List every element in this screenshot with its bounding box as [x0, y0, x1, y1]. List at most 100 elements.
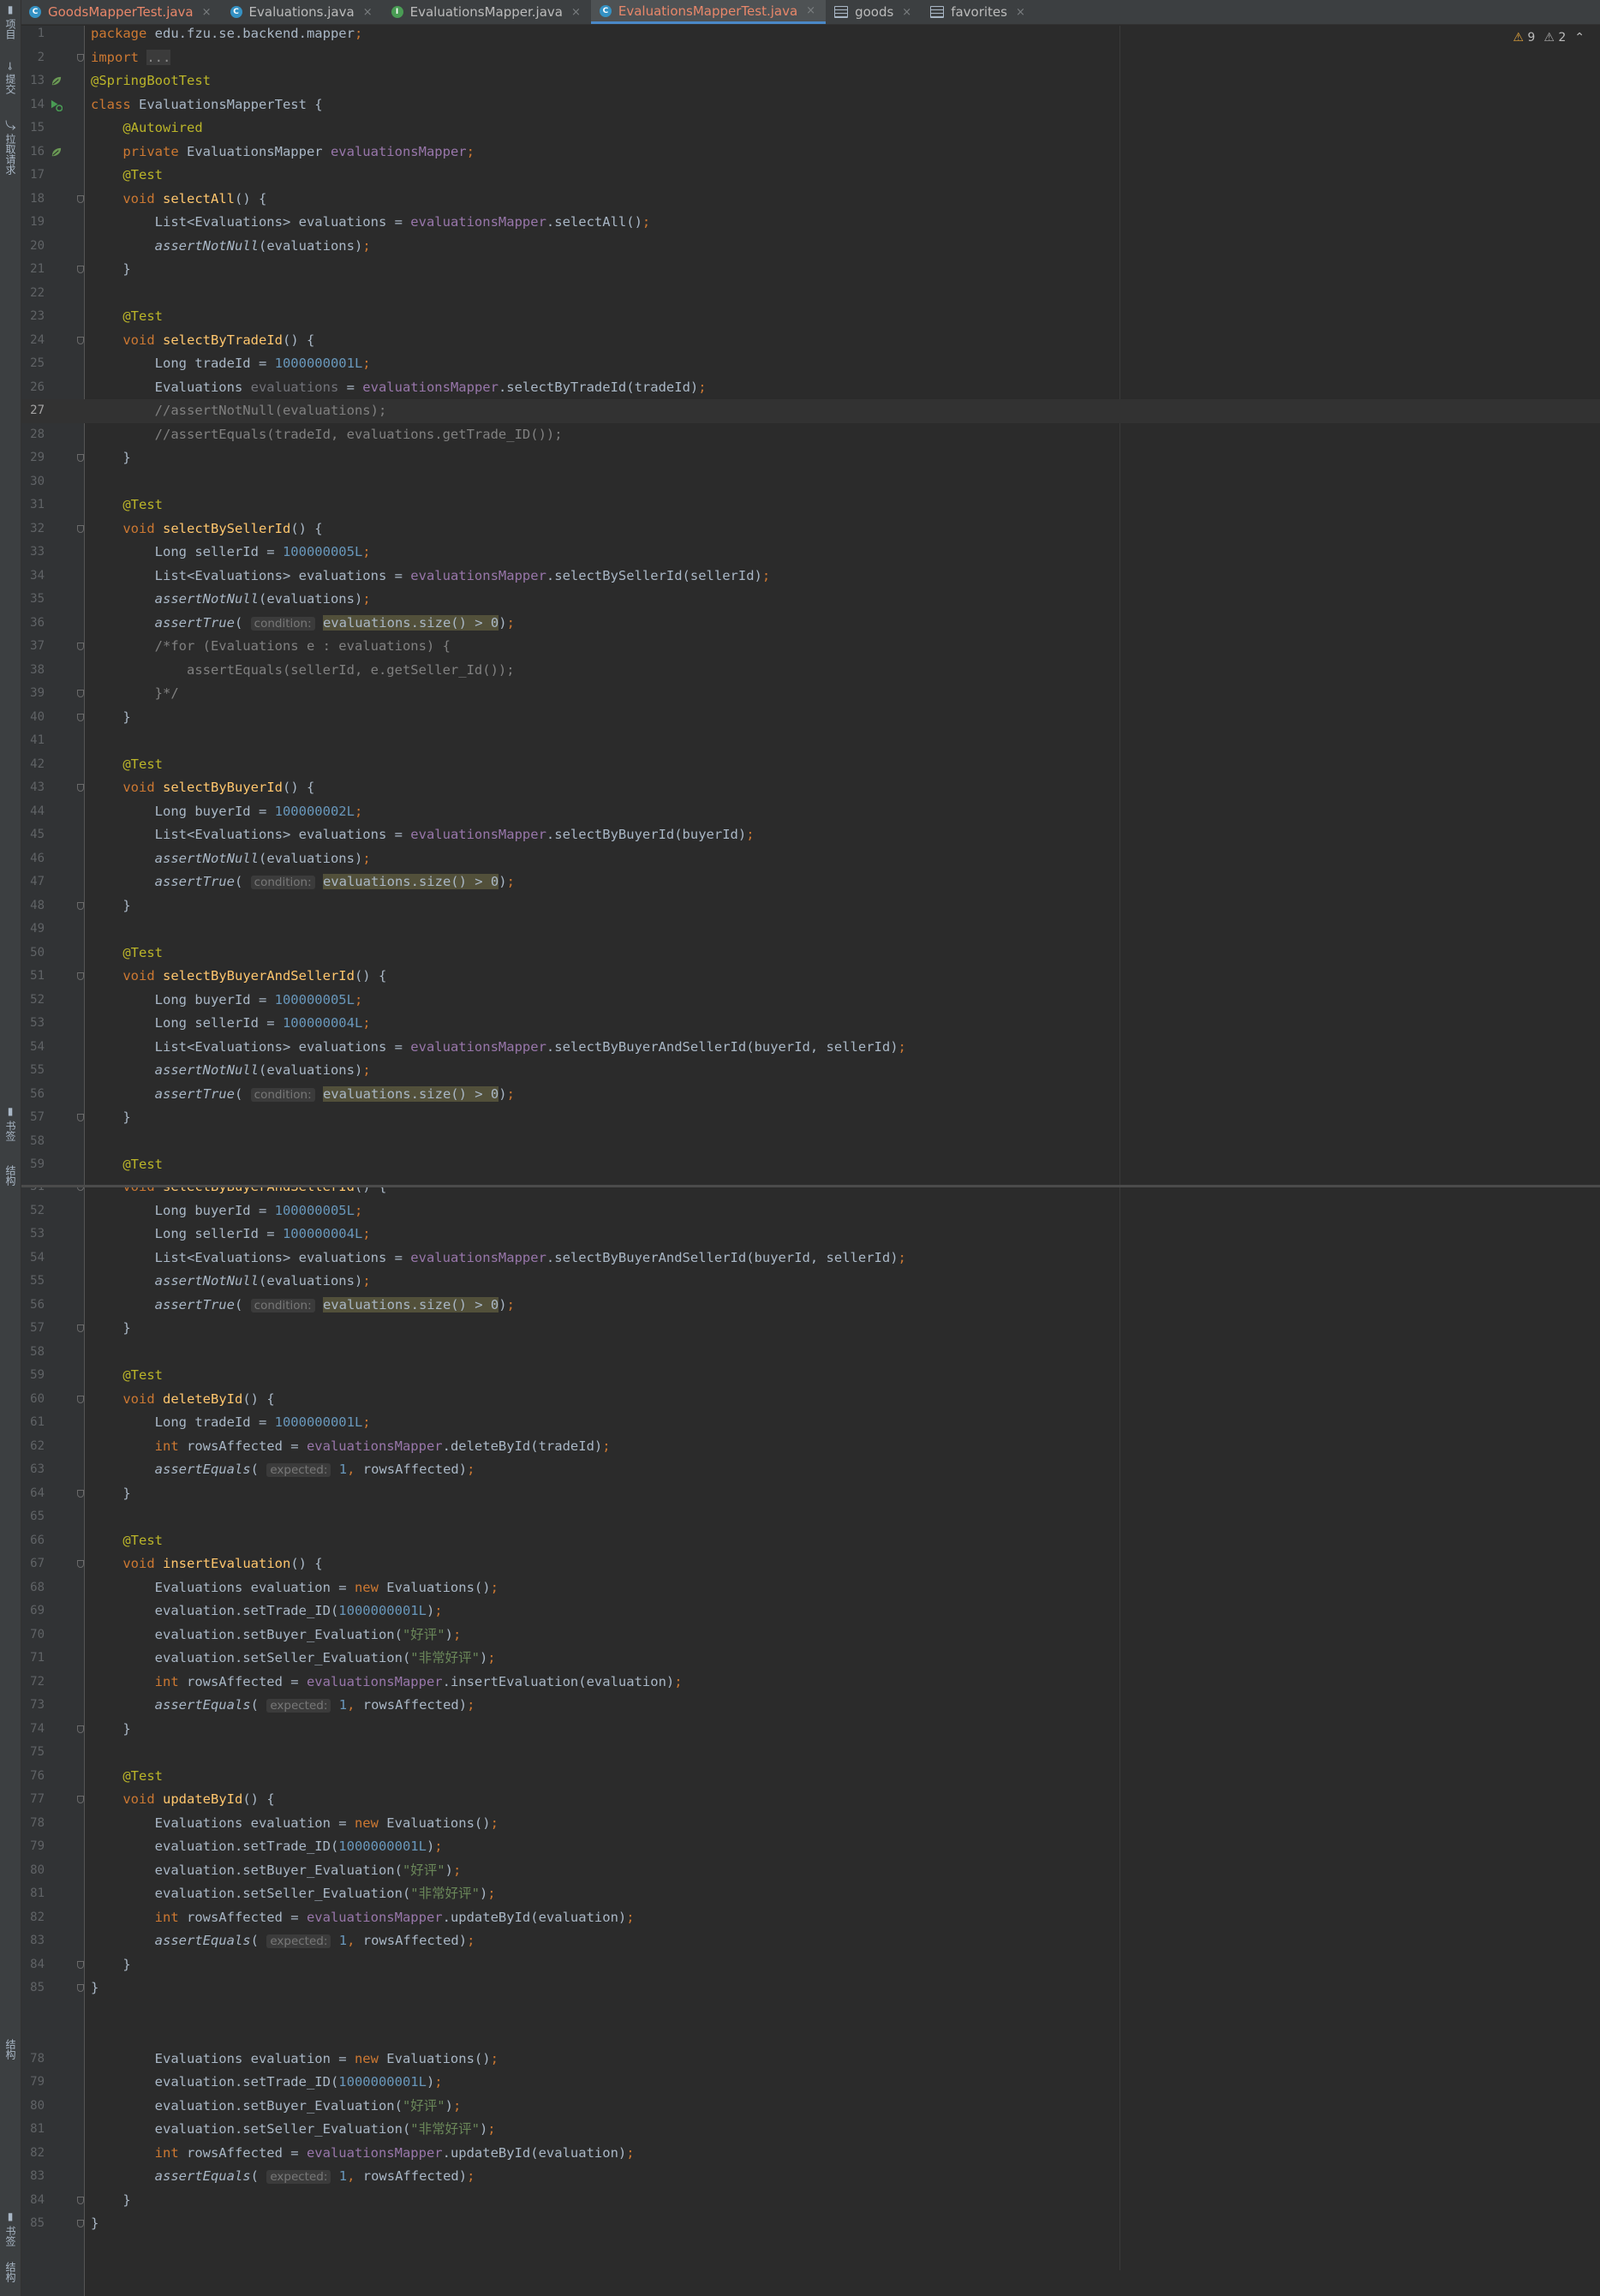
structure-tool-button-2[interactable]: 结构	[2, 2039, 19, 2060]
bookmarks-tool-button[interactable]: ▮ 书签	[2, 1105, 19, 1141]
code-line[interactable]: 53 Long sellerId = 100000004L;	[21, 1012, 1600, 1036]
code-line[interactable]: 83 assertEquals( expected: 1, rowsAffect…	[21, 1929, 1600, 1953]
code-line[interactable]: 51 void selectByBuyerAndSellerId() {	[21, 1187, 1600, 1199]
code-text[interactable]: assertNotNull(evaluations);	[91, 235, 371, 259]
code-line[interactable]: 57 }	[21, 1317, 1600, 1341]
code-line[interactable]: 73 assertEquals( expected: 1, rowsAffect…	[21, 1694, 1600, 1718]
code-text[interactable]: evaluation.setBuyer_Evaluation("好评");	[91, 1859, 462, 1883]
code-text[interactable]: evaluation.setTrade_ID(1000000001L);	[91, 2071, 443, 2095]
code-line[interactable]: 35 assertNotNull(evaluations);	[21, 588, 1600, 612]
code-text[interactable]: assertEquals(sellerId, e.getSeller_Id())…	[91, 659, 515, 683]
code-text[interactable]: assertTrue( condition: evaluations.size(…	[91, 1294, 515, 1318]
code-line[interactable]: 71 evaluation.setSeller_Evaluation("非常好评…	[21, 1647, 1600, 1671]
code-line[interactable]: 25 Long tradeId = 1000000001L;	[21, 352, 1600, 376]
code-text[interactable]: List<Evaluations> evaluations = evaluati…	[91, 1247, 906, 1271]
code-line[interactable]: 72 int rowsAffected = evaluationsMapper.…	[21, 1671, 1600, 1695]
code-text[interactable]: assertEquals( expected: 1, rowsAffected)…	[91, 1694, 475, 1719]
code-text[interactable]: void selectBySellerId() {	[91, 517, 322, 541]
code-text[interactable]: @Test	[91, 1529, 163, 1553]
code-text[interactable]: Long tradeId = 1000000001L;	[91, 1411, 371, 1435]
code-text[interactable]: @Test	[91, 942, 163, 966]
code-text[interactable]: Evaluations evaluations = evaluationsMap…	[91, 376, 707, 400]
code-line[interactable]: 34 List<Evaluations> evaluations = evalu…	[21, 565, 1600, 589]
code-text[interactable]: }	[91, 1317, 130, 1341]
commit-tool-button[interactable]: ⊸ 提交	[2, 62, 19, 94]
code-line[interactable]: 37 /*for (Evaluations e : evaluations) {	[21, 635, 1600, 659]
fold-marker-icon[interactable]	[77, 1725, 84, 1733]
code-text[interactable]: int rowsAffected = evaluationsMapper.ins…	[91, 1671, 683, 1695]
fold-marker-icon[interactable]	[77, 643, 84, 650]
code-line[interactable]: 77 void updateById() {	[21, 1788, 1600, 1812]
code-line[interactable]: 38 assertEquals(sellerId, e.getSeller_Id…	[21, 659, 1600, 683]
code-line[interactable]: 31 @Test	[21, 493, 1600, 517]
structure-tool-button[interactable]: 结构	[2, 1165, 19, 1186]
fold-marker-icon[interactable]	[77, 2196, 84, 2204]
close-tab-icon[interactable]: ×	[1016, 6, 1025, 19]
code-text[interactable]: evaluation.setTrade_ID(1000000001L);	[91, 1599, 443, 1623]
code-line[interactable]: 80 evaluation.setBuyer_Evaluation("好评");	[21, 2095, 1600, 2119]
code-line[interactable]: 48 }	[21, 894, 1600, 918]
code-line[interactable]: 47 assertTrue( condition: evaluations.si…	[21, 870, 1600, 894]
fold-marker-icon[interactable]	[77, 53, 84, 62]
code-line[interactable]: 49	[21, 918, 1600, 942]
code-line[interactable]: 74 }	[21, 1718, 1600, 1742]
code-line[interactable]: 39 }*/	[21, 682, 1600, 706]
code-text[interactable]: @Test	[91, 164, 163, 188]
code-line[interactable]: 16 private EvaluationsMapper evaluations…	[21, 141, 1600, 164]
code-text[interactable]: void deleteById() {	[91, 1388, 274, 1412]
code-line[interactable]: 45 List<Evaluations> evaluations = evalu…	[21, 823, 1600, 847]
fold-marker-icon[interactable]	[77, 194, 84, 203]
code-line[interactable]: 44 Long buyerId = 100000002L;	[21, 800, 1600, 824]
code-line[interactable]: 85}	[21, 2212, 1600, 2236]
code-text[interactable]: }	[91, 2212, 99, 2236]
code-line[interactable]: 81 evaluation.setSeller_Evaluation("非常好评…	[21, 1882, 1600, 1906]
code-line[interactable]: 78 Evaluations evaluation = new Evaluati…	[21, 1812, 1600, 1836]
code-line[interactable]: 52 Long buyerId = 100000005L;	[21, 989, 1600, 1013]
code-line[interactable]: 62 int rowsAffected = evaluationsMapper.…	[21, 1435, 1600, 1459]
project-tool-button[interactable]: ▮ 项目	[2, 3, 19, 39]
code-line[interactable]: 58	[21, 1341, 1600, 1365]
code-line[interactable]: 80 evaluation.setBuyer_Evaluation("好评");	[21, 1859, 1600, 1883]
code-line[interactable]: 1 package edu.fzu.se.backend.mapper;	[21, 26, 1600, 46]
code-text[interactable]: assertTrue( condition: evaluations.size(…	[91, 870, 515, 895]
fold-marker-icon[interactable]	[77, 266, 84, 273]
pull-requests-tool-button[interactable]: ⤴ 拉取请求	[2, 120, 19, 175]
code-text[interactable]: @Test	[91, 493, 163, 517]
code-text[interactable]: }	[91, 446, 130, 470]
warning-count[interactable]: ⚠ 9	[1513, 31, 1535, 45]
code-text[interactable]: Long sellerId = 100000005L;	[91, 541, 371, 565]
code-text[interactable]: package edu.fzu.se.backend.mapper;	[91, 26, 362, 46]
code-text[interactable]: @Autowired	[91, 117, 202, 141]
code-text[interactable]: Evaluations evaluation = new Evaluations…	[91, 1812, 499, 1836]
code-line[interactable]: 85}	[21, 1976, 1600, 2000]
code-text[interactable]: assertNotNull(evaluations);	[91, 588, 371, 612]
fold-marker-icon[interactable]	[77, 690, 84, 697]
code-line[interactable]: 83 assertEquals( expected: 1, rowsAffect…	[21, 2165, 1600, 2189]
code-line[interactable]: 46 assertNotNull(evaluations);	[21, 847, 1600, 871]
code-text[interactable]: List<Evaluations> evaluations = evaluati…	[91, 211, 651, 235]
code-text[interactable]: }	[91, 1718, 130, 1742]
code-line[interactable]: 28 //assertEquals(tradeId, evaluations.g…	[21, 423, 1600, 447]
fold-marker-icon[interactable]	[77, 784, 84, 792]
code-line[interactable]: 64 }	[21, 1482, 1600, 1506]
code-text[interactable]: void insertEvaluation() {	[91, 1552, 322, 1576]
code-text[interactable]: void selectByBuyerId() {	[91, 776, 314, 800]
code-text[interactable]: //assertNotNull(evaluations);	[91, 399, 387, 423]
code-line[interactable]: 79 evaluation.setTrade_ID(1000000001L);	[21, 2071, 1600, 2095]
code-line[interactable]: 60 void deleteById() {	[21, 1388, 1600, 1412]
code-line[interactable]: 22	[21, 282, 1600, 306]
code-text[interactable]: List<Evaluations> evaluations = evaluati…	[91, 823, 755, 847]
code-text[interactable]: //assertEquals(tradeId, evaluations.getT…	[91, 423, 563, 447]
code-text[interactable]: }	[91, 258, 130, 282]
code-text[interactable]: Long buyerId = 100000005L;	[91, 989, 363, 1013]
close-tab-icon[interactable]: ×	[202, 6, 212, 19]
code-line[interactable]: 65	[21, 1505, 1600, 1529]
code-text[interactable]: @Test	[91, 1364, 163, 1388]
code-line[interactable]: 40 }	[21, 706, 1600, 730]
fold-marker-icon[interactable]	[77, 336, 84, 344]
spring-bean-icon[interactable]	[50, 75, 63, 87]
code-text[interactable]: int rowsAffected = evaluationsMapper.upd…	[91, 2142, 635, 2166]
code-line[interactable]: 23 @Test	[21, 305, 1600, 329]
code-text[interactable]: }	[91, 1482, 130, 1506]
code-text[interactable]: List<Evaluations> evaluations = evaluati…	[91, 1036, 906, 1060]
